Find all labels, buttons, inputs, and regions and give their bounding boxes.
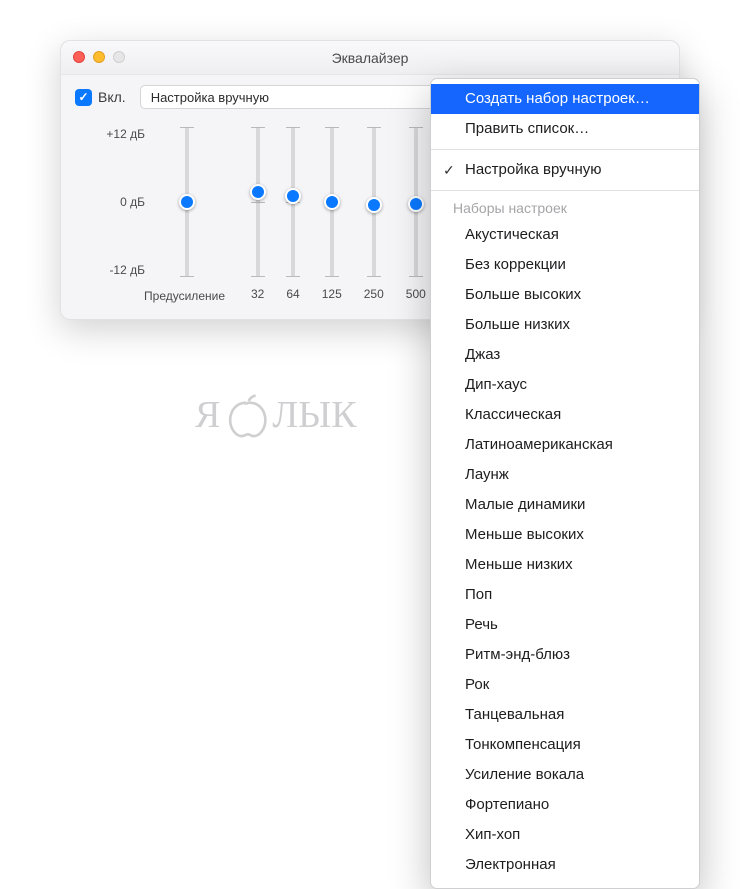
slider-thumb[interactable] (285, 188, 301, 204)
menu-item-preset[interactable]: Джаз (431, 340, 699, 370)
menu-item-preset[interactable]: Меньше высоких (431, 520, 699, 550)
band-slider[interactable]: 250 (364, 127, 384, 301)
menu-item-preset[interactable]: Электронная (431, 850, 699, 880)
preamp-slider[interactable] (181, 127, 193, 277)
window-controls (73, 51, 125, 63)
apple-icon (224, 390, 268, 440)
band-hz-label: 64 (286, 287, 299, 301)
menu-item-preset[interactable]: Малые динамики (431, 490, 699, 520)
slider-thumb[interactable] (179, 194, 195, 210)
enable-eq-checkbox[interactable]: Вкл. (75, 89, 126, 106)
band-hz-label: 32 (251, 287, 264, 301)
band-slider[interactable]: 32 (251, 127, 264, 301)
menu-section-header: Наборы настроек (431, 196, 699, 220)
menu-separator (431, 190, 699, 191)
preset-dropdown-menu: Создать набор настроек… Править список… … (430, 78, 700, 889)
band-slider[interactable]: 64 (286, 127, 299, 301)
window-title: Эквалайзер (332, 50, 409, 66)
band-hz-label: 500 (406, 287, 426, 301)
band-slider[interactable]: 125 (322, 127, 342, 301)
zoom-icon[interactable] (113, 51, 125, 63)
menu-item-preset[interactable]: Фортепиано (431, 790, 699, 820)
db-plus-label: +12 дБ (85, 127, 145, 141)
checkbox-icon (75, 89, 92, 106)
watermark-text-right: ЛЫК (272, 393, 356, 437)
menu-item-preset[interactable]: Ритм-энд-блюз (431, 640, 699, 670)
menu-item-preset[interactable]: Хип-хоп (431, 820, 699, 850)
enable-eq-label: Вкл. (98, 89, 126, 105)
menu-item-preset[interactable]: Тонкомпенсация (431, 730, 699, 760)
slider-thumb[interactable] (408, 196, 424, 212)
titlebar[interactable]: Эквалайзер (61, 41, 679, 75)
menu-item-preset[interactable]: Дип-хаус (431, 370, 699, 400)
band-slider[interactable]: 500 (406, 127, 426, 301)
band-hz-label: 250 (364, 287, 384, 301)
menu-item-create-preset[interactable]: Создать набор настроек… (431, 84, 699, 114)
slider-thumb[interactable] (250, 184, 266, 200)
menu-item-preset[interactable]: Усиление вокала (431, 760, 699, 790)
menu-item-preset[interactable]: Речь (431, 610, 699, 640)
menu-separator (431, 149, 699, 150)
menu-item-preset[interactable]: Танцевальная (431, 700, 699, 730)
menu-item-preset[interactable]: Акустическая (431, 220, 699, 250)
db-minus-label: -12 дБ (85, 263, 145, 277)
menu-item-preset[interactable]: Поп (431, 580, 699, 610)
menu-item-preset[interactable]: Лаунж (431, 460, 699, 490)
menu-item-preset[interactable]: Без коррекции (431, 250, 699, 280)
preamp-column: +12 дБ 0 дБ -12 дБ Предусиление (83, 123, 233, 301)
preset-selected-label: Настройка вручную (151, 90, 269, 105)
band-hz-label: 125 (322, 287, 342, 301)
menu-item-preset[interactable]: Меньше низких (431, 550, 699, 580)
menu-item-preset[interactable]: Латиноамериканская (431, 430, 699, 460)
menu-item-preset[interactable]: Рок (431, 670, 699, 700)
menu-item-preset[interactable]: Классическая (431, 400, 699, 430)
slider-thumb[interactable] (324, 194, 340, 210)
watermark: Я ЛЫК (195, 390, 357, 440)
db-zero-label: 0 дБ (85, 195, 145, 209)
menu-item-edit-list[interactable]: Править список… (431, 114, 699, 144)
menu-item-preset[interactable]: Больше низких (431, 310, 699, 340)
close-icon[interactable] (73, 51, 85, 63)
menu-item-preset[interactable]: Больше высоких (431, 280, 699, 310)
minimize-icon[interactable] (93, 51, 105, 63)
slider-thumb[interactable] (366, 197, 382, 213)
menu-item-manual[interactable]: Настройка вручную (431, 155, 699, 185)
db-scale-labels: +12 дБ 0 дБ -12 дБ (85, 127, 145, 277)
preamp-label: Предусиление (144, 289, 225, 303)
watermark-text-left: Я (195, 393, 220, 437)
